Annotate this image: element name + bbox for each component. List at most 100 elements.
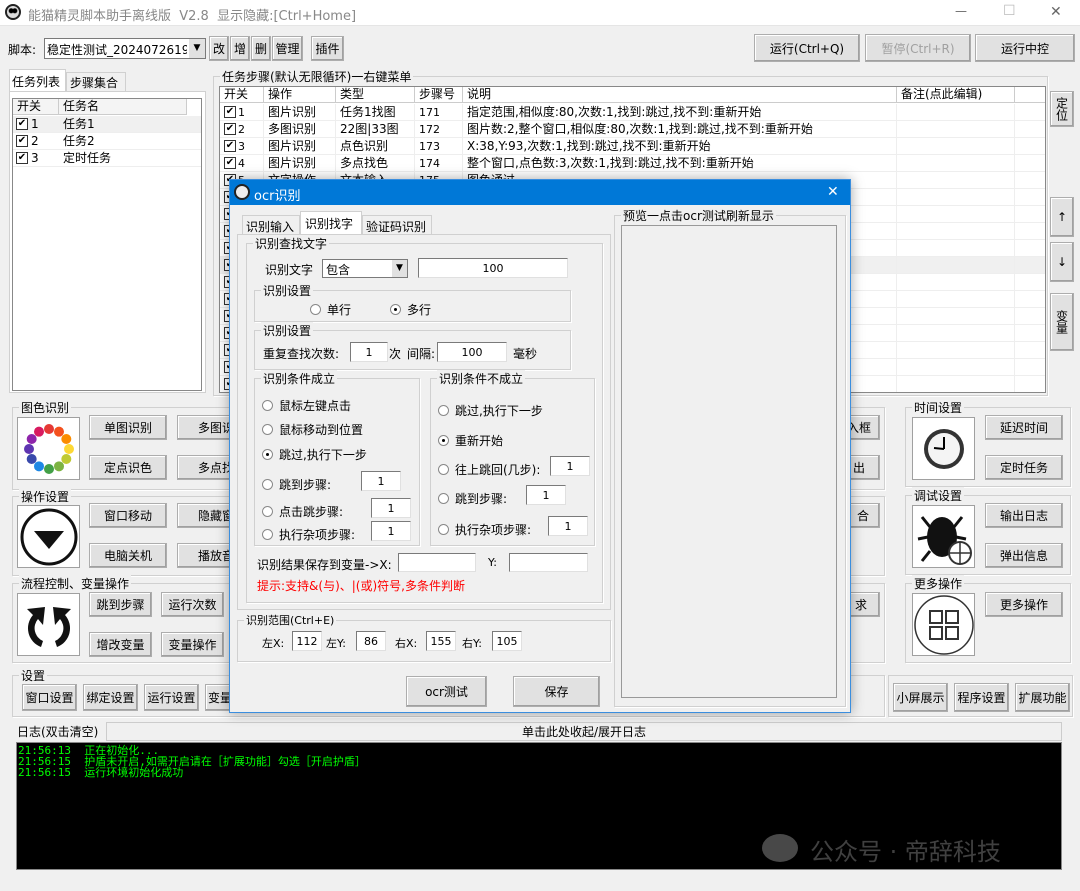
fail-option[interactable]: 跳到步骤:: [438, 490, 507, 507]
interval-input[interactable]: 100: [437, 342, 507, 362]
right-x-input[interactable]: 155: [426, 631, 456, 651]
pause-button[interactable]: 暂停(Ctrl+R): [865, 34, 971, 62]
dialog-save-button[interactable]: 保存: [513, 676, 600, 707]
steps-col-header[interactable]: 备注(点此编辑): [897, 87, 1015, 103]
scheduled-task-button[interactable]: 定时任务: [985, 455, 1063, 480]
minimize-button[interactable]: —: [955, 4, 967, 18]
edit-variable-button[interactable]: 增改变量: [89, 632, 152, 657]
output-log-button[interactable]: 输出日志: [985, 503, 1063, 528]
col-divider: [896, 376, 897, 392]
task-row[interactable]: ✔ 2 任务2: [13, 133, 201, 150]
move-down-button[interactable]: ↓: [1050, 242, 1074, 282]
step-row[interactable]: ✔ 4 图片识别 多点找色 174 整个窗口,点色数:3,次数:1,找到:跳过,找不到:重…: [220, 155, 1045, 172]
plugin-button[interactable]: 插件: [311, 36, 344, 61]
program-settings-button[interactable]: 程序设置: [954, 683, 1009, 712]
popup-info-button[interactable]: 弹出信息: [985, 543, 1063, 568]
fail-value-input[interactable]: 1: [526, 485, 566, 505]
success-option[interactable]: 点击跳步骤:: [262, 503, 343, 520]
success-option[interactable]: 鼠标移动到位置: [262, 421, 363, 438]
locate-button[interactable]: 定位: [1050, 91, 1074, 127]
fail-option[interactable]: 执行杂项步骤:: [438, 521, 531, 538]
single-line-radio[interactable]: 单行: [310, 301, 351, 318]
success-value-input[interactable]: 1: [371, 498, 411, 518]
repeat-label: 重复查找次数:: [263, 347, 340, 361]
jump-step-button[interactable]: 跳到步骤: [89, 592, 152, 617]
fail-option[interactable]: 重新开始: [438, 432, 503, 449]
steps-col-header[interactable]: 说明: [463, 87, 897, 103]
multi-line-radio[interactable]: 多行: [390, 301, 431, 318]
close-button[interactable]: ✕: [1050, 4, 1062, 20]
step-op: 图片识别: [268, 105, 317, 119]
point-color-button[interactable]: 定点识色: [89, 455, 167, 480]
add-script-button[interactable]: 增: [230, 36, 250, 61]
script-select[interactable]: 稳定性测试_2024072619191 ▼: [44, 38, 206, 59]
success-value-input[interactable]: 1: [361, 471, 401, 491]
fail-value-input[interactable]: 1: [550, 456, 590, 476]
steps-col-header[interactable]: 步骤号: [415, 87, 463, 103]
task-col-switch[interactable]: 开关: [13, 99, 59, 115]
run-control-button[interactable]: 运行中控: [975, 34, 1075, 62]
col-divider: [1014, 274, 1015, 291]
task-row[interactable]: ✔ 3 定时任务: [13, 150, 201, 167]
save-var-y-input[interactable]: [509, 553, 588, 572]
more-ops-button[interactable]: 更多操作: [985, 592, 1063, 617]
step-row[interactable]: ✔ 1 图片识别 任务1找图 171 指定范围,相似度:80,次数:1,找到:跳过,找不到…: [220, 104, 1045, 121]
match-mode-select[interactable]: 包含 ▼: [322, 259, 408, 278]
task-row[interactable]: ✔ 1 任务1: [13, 116, 201, 133]
dialog-close-button[interactable]: ✕: [827, 184, 839, 200]
manage-button[interactable]: 管理: [272, 36, 303, 61]
move-up-button[interactable]: ↑: [1050, 197, 1074, 237]
maximize-button[interactable]: ☐: [1003, 3, 1016, 19]
left-y-input[interactable]: 86: [356, 631, 386, 651]
dialog-tab-find-text[interactable]: 识别找字: [300, 211, 362, 235]
run-button[interactable]: 运行(Ctrl+Q): [754, 34, 860, 62]
tab-step-set[interactable]: 步骤集合: [66, 72, 126, 91]
edit-script-button[interactable]: 改: [209, 36, 229, 61]
log-toggle-bar[interactable]: 单击此处收起/展开日志: [106, 722, 1062, 741]
col-divider: [1014, 359, 1015, 376]
repeat-count-input[interactable]: 1: [350, 342, 388, 362]
single-image-button[interactable]: 单图识别: [89, 415, 167, 440]
variable-op-button[interactable]: 变量操作: [161, 632, 224, 657]
steps-col-header[interactable]: 操作: [264, 87, 336, 103]
run-settings-button[interactable]: 运行设置: [144, 684, 199, 711]
fail-option[interactable]: 往上跳回(几步):: [438, 461, 540, 478]
log-scrollbar[interactable]: [1062, 722, 1074, 871]
ocr-test-button[interactable]: ocr测试: [406, 676, 487, 707]
col-divider: [1014, 342, 1015, 359]
success-option[interactable]: 鼠标左键点击: [262, 397, 351, 414]
dialog-tab-input[interactable]: 识别输入: [242, 215, 300, 235]
find-text-input[interactable]: 100: [418, 258, 568, 278]
small-screen-button[interactable]: 小屏展示: [893, 683, 948, 712]
success-option[interactable]: 跳过,执行下一步: [262, 446, 367, 463]
window-settings-button[interactable]: 窗口设置: [22, 684, 77, 711]
success-value-input[interactable]: 1: [371, 521, 411, 541]
success-option[interactable]: 执行杂项步骤:: [262, 526, 355, 543]
run-count-button[interactable]: 运行次数: [161, 592, 224, 617]
delay-time-button[interactable]: 延迟时间: [985, 415, 1063, 440]
tab-task-list[interactable]: 任务列表: [9, 69, 66, 92]
steps-col-header[interactable]: [1015, 87, 1045, 103]
window-move-button[interactable]: 窗口移动: [89, 503, 167, 528]
steps-col-header[interactable]: 开关: [220, 87, 264, 103]
extensions-button[interactable]: 扩展功能: [1015, 683, 1070, 712]
task-col-name[interactable]: 任务名: [59, 99, 187, 115]
chevron-down-icon[interactable]: ▼: [392, 260, 407, 277]
task-list[interactable]: 开关 任务名 ✔ 1 任务1 ✔ 2 任务2 ✔ 3 定时任务: [12, 98, 202, 391]
success-option[interactable]: 跳到步骤:: [262, 476, 331, 493]
fail-option[interactable]: 跳过,执行下一步: [438, 402, 543, 419]
left-x-input[interactable]: 112: [292, 631, 322, 651]
step-row[interactable]: ✔ 3 图片识别 点色识别 173 X:38,Y:93,次数:1,找到:跳过,找不到:重新…: [220, 138, 1045, 155]
shutdown-button[interactable]: 电脑关机: [89, 543, 167, 568]
save-var-x-input[interactable]: [398, 553, 476, 572]
step-row[interactable]: ✔ 2 多图识别 22图|33图 172 图片数:2,整个窗口,相似度:80,次数:1,找…: [220, 121, 1045, 138]
col-divider: [896, 172, 897, 189]
delete-script-button[interactable]: 删: [251, 36, 271, 61]
fail-value-input[interactable]: 1: [548, 516, 588, 536]
chevron-down-icon[interactable]: ▼: [189, 39, 205, 58]
right-y-input[interactable]: 105: [492, 631, 522, 651]
variable-button[interactable]: 变量: [1050, 293, 1074, 351]
steps-col-header[interactable]: 类型: [336, 87, 415, 103]
bind-settings-button[interactable]: 绑定设置: [83, 684, 138, 711]
dialog-tab-captcha[interactable]: 验证码识别: [362, 215, 432, 235]
